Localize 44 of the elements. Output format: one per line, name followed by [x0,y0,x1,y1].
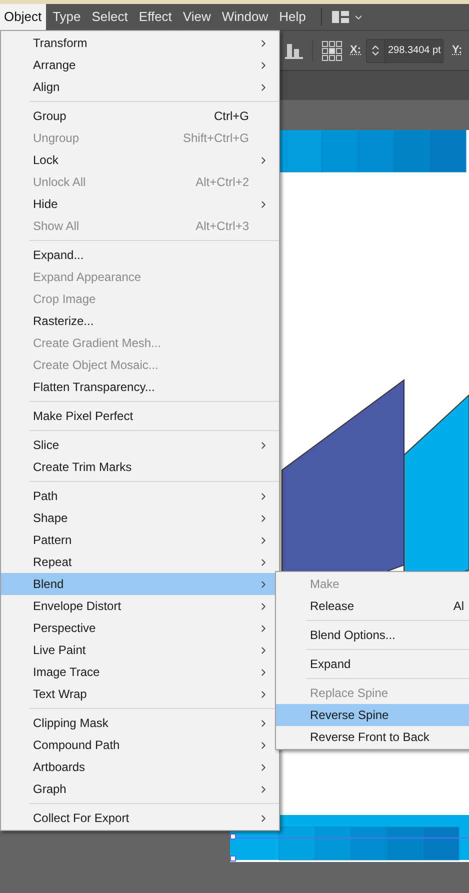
menu-item[interactable]: Image Trace [1,661,279,683]
menu-bar-item[interactable]: Window [218,4,272,30]
menu-bar-item[interactable]: Effect [134,4,176,30]
menu-item[interactable]: Align [1,76,279,98]
menu-item[interactable]: Arrange [1,54,279,76]
x-label: X: [350,43,361,58]
align-bottom-icon[interactable] [285,42,303,58]
menu-bar-item[interactable]: Select [88,4,132,30]
menu-item[interactable]: Live Paint [1,639,279,661]
menu-item[interactable]: Expand [276,653,469,675]
menu-bar-item[interactable]: Help [275,4,310,30]
workspace-layout-icon[interactable] [332,11,349,23]
menu-item[interactable]: Clipping Mask [1,712,279,734]
menu-item[interactable]: Repeat [1,551,279,573]
menu-item[interactable]: Hide [1,193,279,215]
menu-item[interactable]: Create Trim Marks [1,456,279,478]
reference-point-icon[interactable] [322,40,342,60]
y-label: Y: [452,43,462,58]
menu-item[interactable]: Expand... [1,244,279,266]
x-field[interactable]: 298.3404 pt [366,38,444,62]
menu-bar-item[interactable]: Type [48,4,85,30]
menu-item[interactable]: Envelope Distort [1,595,279,617]
menu-bar-item[interactable]: View [178,4,215,30]
menu-item[interactable]: Shape [1,507,279,529]
menu-item[interactable]: Path [1,485,279,507]
menu-item[interactable]: Group Ctrl+G [1,105,279,127]
menu-item[interactable]: Slice [1,434,279,456]
menu-item[interactable]: Collect For Export [1,807,279,829]
menu-item[interactable]: Reverse Front to Back [276,726,469,748]
menu-item[interactable]: Release Al [276,595,469,617]
menu-item[interactable]: Text Wrap [1,683,279,705]
menu-item[interactable]: Graph [1,778,279,800]
menu-item[interactable]: Flatten Transparency... [1,376,279,398]
menu-item[interactable]: Make Pixel Perfect [1,405,279,427]
menu-bar-item[interactable]: Object [0,4,46,30]
menu-item[interactable]: Pattern [1,529,279,551]
menu-item[interactable]: Perspective [1,617,279,639]
menu-item[interactable]: Artboards [1,756,279,778]
menu-item[interactable]: Lock [1,149,279,171]
menu-item[interactable]: Blend Options... [276,624,469,646]
menu-item[interactable]: Reverse Spine [276,704,469,726]
menu-item[interactable]: Compound Path [1,734,279,756]
menu-item[interactable]: Rasterize... [1,310,279,332]
menu-item[interactable]: Transform [1,32,279,54]
